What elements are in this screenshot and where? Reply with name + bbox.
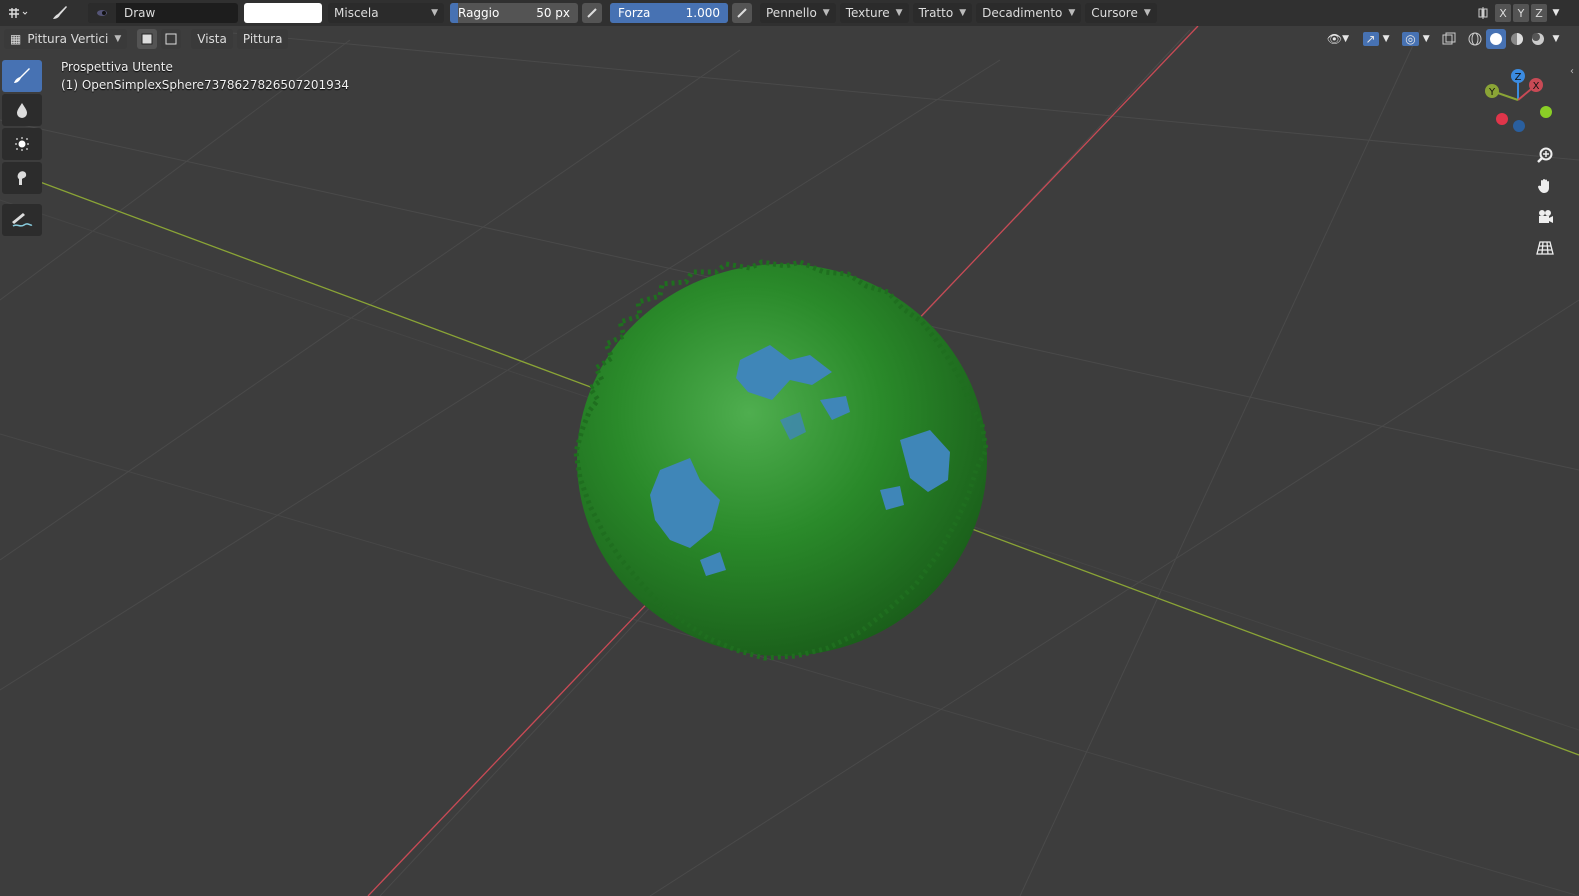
smear-icon xyxy=(17,171,27,185)
chevron-down-icon: ▼ xyxy=(1068,8,1076,18)
editor-type-icon[interactable] xyxy=(4,3,32,23)
shading-modes: ▼ xyxy=(1465,29,1563,49)
mask-face-icon[interactable] xyxy=(137,29,158,49)
chevron-down-icon[interactable]: ▼ xyxy=(1549,3,1563,23)
vertex-paint-icon: ▦ xyxy=(10,32,22,46)
radius-pressure-icon[interactable] xyxy=(582,3,602,23)
strength-slider[interactable]: Forza 1.000 xyxy=(610,3,728,23)
rendered-shading-icon[interactable] xyxy=(1528,29,1548,49)
object-name: (1) OpenSimplexSphere7378627826507201934 xyxy=(61,78,350,92)
noise-sphere xyxy=(573,259,989,661)
mode-label: Pittura Vertici xyxy=(27,32,109,46)
annotate-icon xyxy=(12,213,33,227)
visibility-icon[interactable]: 👁 ▼ xyxy=(1323,29,1353,49)
chevron-down-icon: ▼ xyxy=(1143,8,1151,18)
chevron-down-icon: ▼ xyxy=(959,8,967,18)
axis-x-toggle[interactable]: X xyxy=(1495,4,1511,22)
axis-y-toggle[interactable]: Y xyxy=(1513,4,1529,22)
brush-menus: Pennello ▼ Texture ▼ Tratto ▼ Decadimento ▼ Curs… xyxy=(760,3,1157,23)
chevron-down-icon: ▼ xyxy=(431,8,438,18)
brush-name[interactable]: Draw xyxy=(116,6,155,20)
chevron-down-icon[interactable]: ▼ xyxy=(1549,29,1563,49)
viewport-header: ▦ Pittura Vertici ▼ Vista Pittura 👁 ▼ ↗ ▼ … xyxy=(0,26,1579,52)
pan-button[interactable] xyxy=(1533,174,1557,198)
menu-vista[interactable]: Vista xyxy=(191,29,233,49)
brush-preview-icon xyxy=(88,3,116,23)
mode-dropdown[interactable]: ▦ Pittura Vertici ▼ xyxy=(4,29,128,49)
grid-button[interactable] xyxy=(1533,236,1557,260)
blend-mode-dropdown[interactable]: Miscela ▼ xyxy=(328,3,444,23)
smear-tool[interactable] xyxy=(2,162,42,194)
radius-slider[interactable]: Raggio 50 px xyxy=(450,3,578,23)
camera-button[interactable] xyxy=(1533,205,1557,229)
gizmo-neg-z xyxy=(1513,120,1525,132)
solid-shading-icon[interactable] xyxy=(1486,29,1506,49)
zoom-icon xyxy=(1537,147,1553,163)
blend-mode-label: Miscela xyxy=(334,6,379,20)
brush-color-swatch[interactable] xyxy=(244,3,322,23)
menu-decadimento[interactable]: Decadimento ▼ xyxy=(976,3,1082,23)
average-icon xyxy=(15,137,29,151)
gizmo-x-label: X xyxy=(1533,81,1540,92)
menu-label: Decadimento xyxy=(982,6,1063,20)
axis-z-toggle[interactable]: Z xyxy=(1531,4,1547,22)
blur-tool[interactable] xyxy=(2,94,42,126)
menu-tratto[interactable]: Tratto ▼ xyxy=(912,3,973,23)
grid-icon xyxy=(1536,241,1554,255)
strength-label: Forza xyxy=(618,6,651,20)
collapse-arrow-icon[interactable]: ‹ xyxy=(1570,66,1574,77)
navigation-gizmo[interactable]: Z X Y xyxy=(1484,66,1560,136)
symmetry-icon[interactable] xyxy=(1473,3,1493,23)
gizmo-z-label: Z xyxy=(1515,72,1522,83)
camera-icon xyxy=(1539,210,1553,223)
blur-icon xyxy=(17,103,27,118)
overlays-icon[interactable]: ◎ ▼ xyxy=(1399,29,1433,49)
viewport-canvas[interactable] xyxy=(0,0,1579,896)
brush-selector[interactable]: Draw xyxy=(88,3,238,23)
menu-label: Pennello xyxy=(766,6,817,20)
chevron-down-icon: ▼ xyxy=(114,34,122,44)
mask-vertex-icon[interactable] xyxy=(161,29,182,49)
view-name: Prospettiva Utente xyxy=(61,60,173,74)
radius-slider-accent xyxy=(450,3,458,23)
annotate-tool[interactable] xyxy=(2,204,42,236)
tool-settings-bar: Draw Miscela ▼ Raggio 50 px Forza 1.000 P… xyxy=(0,0,1579,26)
gizmo-y-label: Y xyxy=(1488,87,1496,98)
gizmo-toggle-icon[interactable]: ↗ ▼ xyxy=(1359,29,1393,49)
symmetry-group: X Y Z ▼ xyxy=(1473,3,1563,23)
xray-icon[interactable] xyxy=(1439,29,1459,49)
brush-icon xyxy=(14,68,30,83)
radius-label: Raggio xyxy=(458,6,500,20)
brush-tool-icon[interactable] xyxy=(50,3,70,23)
gizmo-neg-x xyxy=(1496,113,1508,125)
average-tool[interactable] xyxy=(2,128,42,160)
chevron-down-icon: ▼ xyxy=(895,8,903,18)
menu-cursore[interactable]: Cursore ▼ xyxy=(1085,3,1157,23)
menu-label: Texture xyxy=(845,6,890,20)
zoom-button[interactable] xyxy=(1533,143,1557,167)
gizmo-neg-y xyxy=(1540,106,1552,118)
material-shading-icon[interactable] xyxy=(1507,29,1527,49)
menu-label: Cursore xyxy=(1091,6,1138,20)
menu-label: Tratto xyxy=(918,6,954,20)
brush-tool[interactable] xyxy=(2,60,42,92)
strength-value: 1.000 xyxy=(685,6,720,20)
menu-pennello[interactable]: Pennello ▼ xyxy=(760,3,836,23)
menu-texture[interactable]: Texture ▼ xyxy=(839,3,909,23)
strength-pressure-icon[interactable] xyxy=(732,3,752,23)
radius-value: 50 px xyxy=(536,6,570,20)
pan-icon xyxy=(1538,179,1549,193)
viewport-shading-group: 👁 ▼ ↗ ▼ ◎ ▼ ▼ xyxy=(1323,29,1563,49)
chevron-down-icon: ▼ xyxy=(822,8,830,18)
menu-pittura[interactable]: Pittura xyxy=(236,29,289,49)
wireframe-shading-icon[interactable] xyxy=(1465,29,1485,49)
